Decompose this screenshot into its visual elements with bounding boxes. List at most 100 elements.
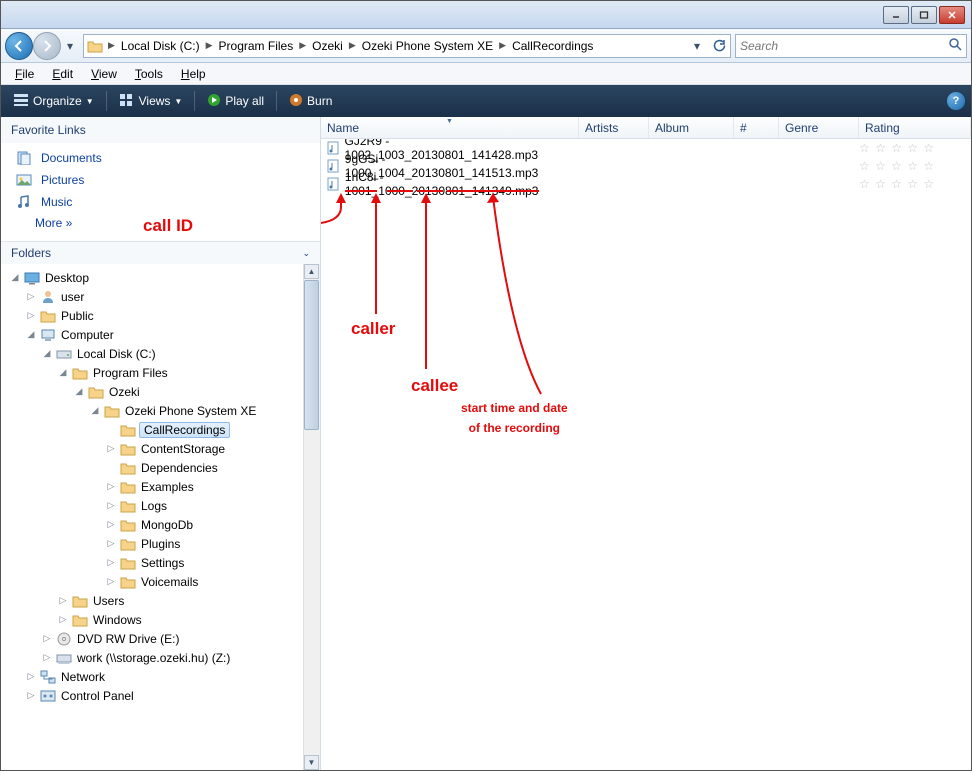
fav-more[interactable]: More »: [11, 213, 310, 233]
menu-view[interactable]: View: [83, 65, 125, 83]
search-icon[interactable]: [948, 37, 962, 54]
fav-pictures[interactable]: Pictures: [11, 169, 310, 191]
tree-computer[interactable]: ◢Computer: [7, 325, 320, 344]
sort-indicator-icon: ▼: [446, 118, 453, 125]
chevron-right-icon[interactable]: ▶: [106, 40, 117, 51]
search-input[interactable]: [740, 39, 948, 53]
close-button[interactable]: [939, 6, 965, 24]
tree-programfiles[interactable]: ◢Program Files: [7, 363, 320, 382]
burn-button[interactable]: Burn: [283, 91, 338, 112]
menu-tools[interactable]: Tools: [127, 65, 171, 83]
organize-button[interactable]: Organize ▼: [7, 91, 100, 112]
annotation-callee: callee: [411, 376, 458, 396]
forward-button[interactable]: [33, 32, 61, 60]
folder-icon: [119, 536, 136, 552]
menu-help[interactable]: Help: [173, 65, 214, 83]
fav-documents[interactable]: Documents: [11, 147, 310, 169]
separator: [106, 91, 107, 111]
chevron-right-icon[interactable]: ▶: [297, 40, 308, 51]
folder-icon: [71, 612, 88, 628]
fav-music[interactable]: Music: [11, 191, 310, 213]
rating-stars[interactable]: ☆ ☆ ☆ ☆ ☆: [859, 159, 971, 173]
user-icon: [39, 289, 56, 305]
folder-icon: [119, 479, 136, 495]
nav-history-dropdown[interactable]: ▾: [61, 34, 79, 58]
tree-users[interactable]: ▷Users: [7, 591, 320, 610]
tree-oxe[interactable]: ◢Ozeki Phone System XE: [7, 401, 320, 420]
address-bar[interactable]: ▶ Local Disk (C:) ▶ Program Files ▶ Ozek…: [83, 34, 731, 58]
search-box[interactable]: [735, 34, 967, 58]
rating-stars[interactable]: ☆ ☆ ☆ ☆ ☆: [859, 141, 971, 155]
folder-open-icon: [119, 422, 136, 438]
separator: [276, 91, 277, 111]
minimize-button[interactable]: [883, 6, 909, 24]
col-num[interactable]: #: [734, 117, 779, 138]
col-album[interactable]: Album: [649, 117, 734, 138]
crumb-callrecordings[interactable]: CallRecordings: [508, 35, 597, 57]
tree-settings[interactable]: ▷Settings: [7, 553, 320, 572]
tree-dvd[interactable]: ▷DVD RW Drive (E:): [7, 629, 320, 648]
folder-icon: [87, 384, 104, 400]
col-genre[interactable]: Genre: [779, 117, 859, 138]
tree-scrollbar[interactable]: ▲ ▼: [303, 264, 320, 770]
folder-icon: [84, 35, 106, 57]
col-rating[interactable]: Rating: [859, 117, 971, 138]
crumb-oxe[interactable]: Ozeki Phone System XE: [358, 35, 497, 57]
menu-file[interactable]: File: [7, 65, 42, 83]
scroll-thumb[interactable]: [304, 280, 319, 430]
tree-localdisk[interactable]: ◢Local Disk (C:): [7, 344, 320, 363]
crumb-localdisk[interactable]: Local Disk (C:): [117, 35, 204, 57]
explorer-window: ▾ ▶ Local Disk (C:) ▶ Program Files ▶ Oz…: [0, 0, 972, 771]
folders-header[interactable]: Folders ⌄: [1, 241, 320, 264]
tree-examples[interactable]: ▷Examples: [7, 477, 320, 496]
tree-controlpanel[interactable]: ▷Control Panel: [7, 686, 320, 705]
scroll-down-icon[interactable]: ▼: [304, 755, 319, 770]
folder-icon: [71, 365, 88, 381]
col-artists[interactable]: Artists: [579, 117, 649, 138]
tree-plugins[interactable]: ▷Plugins: [7, 534, 320, 553]
tree-ozeki[interactable]: ◢Ozeki: [7, 382, 320, 401]
maximize-button[interactable]: [911, 6, 937, 24]
tree-logs[interactable]: ▷Logs: [7, 496, 320, 515]
folder-icon: [71, 593, 88, 609]
list-header: Name▼ Artists Album # Genre Rating: [321, 117, 971, 139]
tree-desktop[interactable]: ◢Desktop: [7, 268, 320, 287]
file-list[interactable]: GJ2R9 - 1002_1003_20130801_141428.mp3 ☆ …: [321, 139, 971, 770]
folder-icon: [119, 555, 136, 571]
drive-icon: [55, 346, 72, 362]
help-button[interactable]: ?: [947, 92, 965, 110]
menu-edit[interactable]: Edit: [44, 65, 81, 83]
tree-voicemails[interactable]: ▷Voicemails: [7, 572, 320, 591]
refresh-button[interactable]: [708, 35, 730, 57]
navigation-pane: Favorite Links Documents Pictures Music …: [1, 117, 321, 770]
tree-contentstorage[interactable]: ▷ContentStorage: [7, 439, 320, 458]
tree-callrecordings[interactable]: CallRecordings: [7, 420, 320, 439]
tree-windows[interactable]: ▷Windows: [7, 610, 320, 629]
tree-user[interactable]: ▷user: [7, 287, 320, 306]
scroll-up-icon[interactable]: ▲: [304, 264, 319, 279]
col-name[interactable]: Name▼: [321, 117, 579, 138]
organize-label: Organize: [33, 94, 82, 108]
crumb-ozeki[interactable]: Ozeki: [308, 35, 347, 57]
annotation-overlay: [321, 139, 971, 619]
playall-button[interactable]: Play all: [201, 91, 270, 112]
back-button[interactable]: [5, 32, 33, 60]
tree-work[interactable]: ▷work (\\storage.ozeki.hu) (Z:): [7, 648, 320, 667]
tree-public[interactable]: ▷Public: [7, 306, 320, 325]
chevron-right-icon[interactable]: ▶: [497, 40, 508, 51]
rating-stars[interactable]: ☆ ☆ ☆ ☆ ☆: [859, 177, 971, 191]
network-icon: [39, 669, 56, 685]
crumb-programfiles[interactable]: Program Files: [215, 35, 298, 57]
separator: [194, 91, 195, 111]
tree-mongodb[interactable]: ▷MongoDb: [7, 515, 320, 534]
tree-dependencies[interactable]: Dependencies: [7, 458, 320, 477]
chevron-right-icon[interactable]: ▶: [204, 40, 215, 51]
organize-icon: [13, 93, 29, 110]
tree-network[interactable]: ▷Network: [7, 667, 320, 686]
file-row[interactable]: 1riC8i - 1001_1000_20130801_141349.mp3 ☆…: [321, 175, 971, 193]
burn-label: Burn: [307, 94, 332, 108]
chevron-right-icon[interactable]: ▶: [347, 40, 358, 51]
favorites-list: Documents Pictures Music More »: [1, 143, 320, 241]
address-dropdown[interactable]: ▾: [686, 35, 708, 57]
views-button[interactable]: Views ▼: [113, 91, 189, 112]
